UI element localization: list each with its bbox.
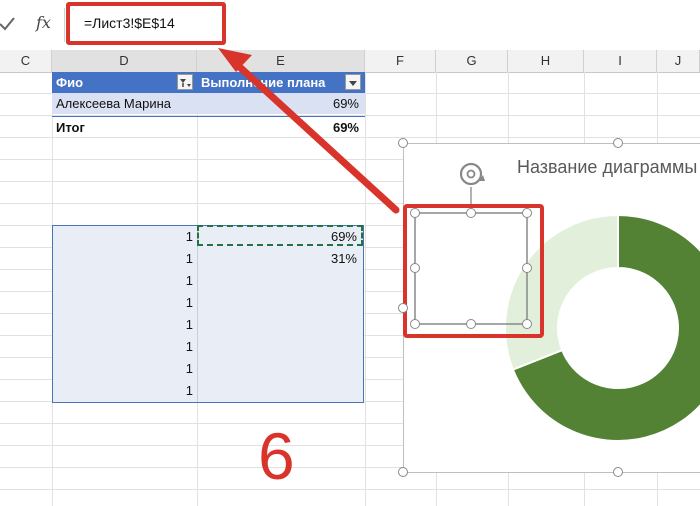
plot-handle-sw[interactable]	[410, 319, 420, 329]
resize-handle-w[interactable]	[398, 303, 408, 313]
step-number: 6	[258, 419, 295, 493]
plot-handle-nw[interactable]	[410, 208, 420, 218]
donut-slice-2[interactable]	[504, 213, 619, 371]
plot-handle-w[interactable]	[410, 263, 420, 273]
chart-overlay	[218, 48, 700, 442]
annotation-arrow	[218, 48, 400, 214]
plot-handle-e[interactable]	[522, 263, 532, 273]
resize-handle-nw[interactable]	[398, 138, 408, 148]
plot-handle-s[interactable]	[466, 319, 476, 329]
plot-handle-se[interactable]	[522, 319, 532, 329]
plot-handle-ne[interactable]	[522, 208, 532, 218]
resize-handle-s[interactable]	[613, 467, 623, 477]
rotate-handle-icon[interactable]	[459, 162, 485, 209]
donut-chart[interactable]	[504, 213, 700, 442]
resize-handle-sw[interactable]	[398, 467, 408, 477]
plot-handle-n[interactable]	[466, 208, 476, 218]
resize-handle-n[interactable]	[613, 138, 623, 148]
